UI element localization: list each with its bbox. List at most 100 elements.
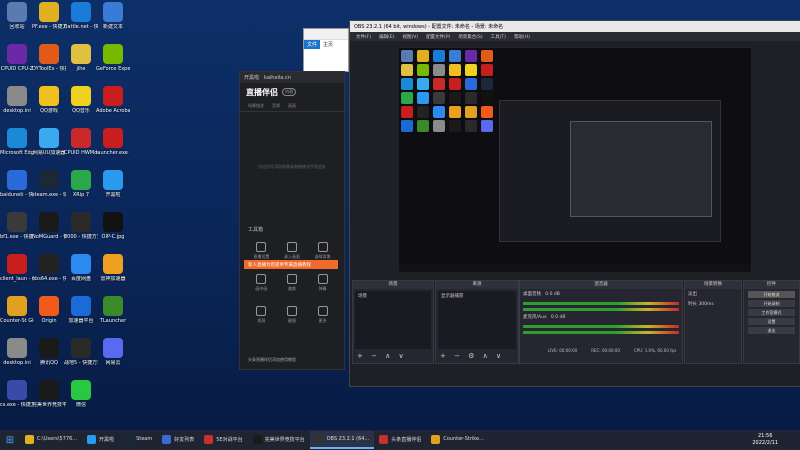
tool-item[interactable]: 虚拟背景 <box>307 242 338 260</box>
control-button[interactable]: 退出 <box>748 327 795 334</box>
tool-item[interactable]: 直播设置 <box>246 242 277 260</box>
desktop-icon[interactable]: OIP-C.jpg <box>96 212 130 256</box>
taskbar-items: C:\Users\5776... 开黑啦 Steam 好友列表 5E对战平台 完美世界竞技… <box>20 431 489 449</box>
sources-dock[interactable]: 来源 显示器捕获 + − ⚙ ∧ ∨ <box>435 280 519 364</box>
preview-mini-icon <box>433 92 445 104</box>
desktop-icon[interactable]: 新建文本 <box>96 2 130 46</box>
taskbar-button[interactable]: Counter-Strike... <box>426 431 489 447</box>
desktop-icon[interactable]: 完美世界竞技平台 <box>32 380 66 424</box>
desktop-icon[interactable]: 战地5 - 快捷方式 <box>64 338 98 382</box>
obs-menu-item[interactable]: 场景集合(S) <box>458 34 482 40</box>
tab-home[interactable]: 主页 <box>320 40 336 49</box>
transition-type[interactable]: 淡出 <box>685 289 741 299</box>
tab-file[interactable]: 文件 <box>304 40 321 49</box>
tab-picture[interactable]: 画面 <box>288 103 296 109</box>
desktop-icon[interactable]: XRip 7 <box>64 170 98 214</box>
tool-item[interactable]: 美颜 <box>277 274 308 292</box>
tool-item[interactable]: 更多 <box>307 306 338 324</box>
desktop-icon[interactable]: 百度网盘 <box>64 254 98 298</box>
desktop-icon[interactable]: client_laun - 快捷方式 <box>0 254 34 298</box>
desktop-icon[interactable]: NoMGuard - 快捷方式 <box>32 212 66 256</box>
desktop-icon[interactable]: CPUID HWMonitor <box>64 128 98 172</box>
tool-item[interactable]: 截图 <box>277 306 308 324</box>
desktop-icon[interactable]: CPUID CPU-Z <box>0 44 34 88</box>
desktop-icon[interactable]: obs64.exe - 快捷方式 <box>32 254 66 298</box>
live-app-window[interactable]: 开黑啦 kaiheila.cn 直播伴侣 内测 场景描述 音频 画面 点击加号添… <box>239 71 345 370</box>
preview-mini-icon <box>401 106 413 118</box>
taskbar: ⊞ C:\Users\5776... 开黑啦 Steam 好友列表 5E对战平台 完美世界… <box>0 430 800 450</box>
obs-preview[interactable] <box>398 47 752 273</box>
scenes-dock[interactable]: 场景 场景 + − ∧ ∨ <box>352 280 434 364</box>
desktop-icon[interactable]: Battle.net - 快捷方式 <box>64 2 98 46</box>
taskbar-button[interactable]: 头条直播伴侣 <box>374 431 426 447</box>
desktop-icon[interactable]: GeForce Experience <box>96 44 130 88</box>
app-icon <box>39 170 59 190</box>
desktop-icon[interactable]: QQ游戏 <box>32 86 66 130</box>
obs-titlebar: OBS 23.2.1 (64 bit, windows) - 配置文件: 未命名… <box>350 21 800 32</box>
obs-menu-item[interactable]: 配置文件(P) <box>426 34 450 40</box>
control-button[interactable]: 工作室模式 <box>748 309 795 316</box>
desktop-icon[interactable]: 开黑啦 <box>96 170 130 214</box>
desktop-icon-label: 开黑啦 <box>105 192 121 198</box>
tab-audio[interactable]: 音频 <box>272 103 280 109</box>
bottom-tip[interactable]: 头条直播伴侣添加使用教程 <box>248 357 296 363</box>
obs-menu-item[interactable]: 工具(T) <box>491 34 506 40</box>
desktop-icon[interactable]: Counter-St Global Off <box>0 296 34 340</box>
controls-dock[interactable]: 控件 开始推流 开始录制 工作室模式 设置 退出 <box>743 280 800 364</box>
desktop-icon[interactable]: jihe <box>64 44 98 88</box>
transition-duration[interactable]: 时长 300ms <box>685 299 741 309</box>
start-button[interactable]: ⊞ <box>0 435 20 446</box>
desktop-icon[interactable]: 微信 <box>64 380 98 424</box>
desktop-icon[interactable]: QQ音乐 <box>64 86 98 130</box>
control-button[interactable]: 设置 <box>748 318 795 325</box>
scene-controls[interactable]: + − ∧ ∨ <box>357 352 407 360</box>
desktop-icon[interactable]: 网易UU加速器 <box>32 128 66 172</box>
taskbar-button[interactable]: Steam <box>119 431 157 447</box>
desktop-icon[interactable]: Microsoft Edge <box>0 128 34 172</box>
tool-icon <box>317 274 328 284</box>
desktop-icon[interactable]: 腾讯QQ <box>32 338 66 382</box>
desktop-icon[interactable]: bf1.exe - 快捷方式 <box>0 212 34 256</box>
obs-window[interactable]: OBS 23.2.1 (64 bit, windows) - 配置文件: 未命名… <box>349 20 800 387</box>
taskbar-button[interactable]: 完美世界竞技平台 <box>248 431 310 447</box>
scene-item[interactable]: 场景 <box>355 291 431 301</box>
desktop-icon[interactable]: Origin <box>32 296 66 340</box>
desktop-icon[interactable]: Adobe Acrobat DC <box>96 86 130 130</box>
desktop-icon[interactable]: 加速器平台 <box>64 296 98 340</box>
desktop-icon[interactable]: baiduneti - 快捷方式 <box>0 170 34 214</box>
taskbar-button[interactable]: 好友列表 <box>157 431 199 447</box>
control-button[interactable]: 开始推流 <box>748 291 795 298</box>
desktop-icon[interactable]: 回收站 <box>0 2 34 46</box>
taskbar-button[interactable]: 5E对战平台 <box>199 431 247 447</box>
desktop-icon[interactable]: PF.exe - 快捷方式 <box>32 2 66 46</box>
desktop-icon[interactable]: desktop.ini <box>0 338 34 382</box>
transitions-dock[interactable]: 场景转换 淡出 时长 300ms <box>684 280 742 364</box>
tool-item[interactable]: 投屏 <box>246 306 277 324</box>
desktop-icon[interactable]: cs.exe - 快捷方式 <box>0 380 34 424</box>
desktop-icon[interactable]: steam.exe - 快捷方式 <box>32 170 66 214</box>
obs-menu-item[interactable]: 视图(V) <box>402 34 418 40</box>
tab-scene[interactable]: 场景描述 <box>248 103 264 109</box>
source-item[interactable]: 显示器捕获 <box>438 291 516 301</box>
obs-menu-item[interactable]: 编辑(E) <box>379 34 394 40</box>
taskbar-button[interactable]: OBS 23.2.1 (64... <box>309 431 375 449</box>
desktop-icon[interactable]: 8000 - 快捷方式 <box>64 212 98 256</box>
desktop-icon[interactable]: TLauncher <box>96 296 130 340</box>
desktop-icon[interactable]: 雷神加速器 <box>96 254 130 298</box>
control-button[interactable]: 开始录制 <box>748 300 795 307</box>
obs-menu-item[interactable]: 帮助(H) <box>514 34 530 40</box>
taskbar-button[interactable]: 开黑啦 <box>82 431 119 447</box>
source-controls[interactable]: + − ⚙ ∧ ∨ <box>440 352 504 360</box>
desktop-icon[interactable]: 网易云 <box>96 338 130 382</box>
obs-menu-item[interactable]: 文件(F) <box>356 34 371 40</box>
desktop-icon[interactable]: DYToolEx - 快捷方式 <box>32 44 66 88</box>
clock[interactable]: 21:56 2022/2/11 <box>752 433 778 447</box>
desktop-icon-label: client_laun - 快捷方式 <box>0 276 34 282</box>
tool-item[interactable]: 画中画 <box>246 274 277 292</box>
taskbar-button[interactable]: C:\Users\5776... <box>20 431 82 447</box>
desktop-icon[interactable]: desktop.ini <box>0 86 34 130</box>
explorer-window[interactable]: 文件 主页 <box>303 28 349 72</box>
tool-item[interactable]: 录入画面 <box>277 242 308 260</box>
desktop-icon[interactable]: launcher.exe - 快捷方式 <box>96 128 130 172</box>
tool-item[interactable]: 弹幕 <box>307 274 338 292</box>
